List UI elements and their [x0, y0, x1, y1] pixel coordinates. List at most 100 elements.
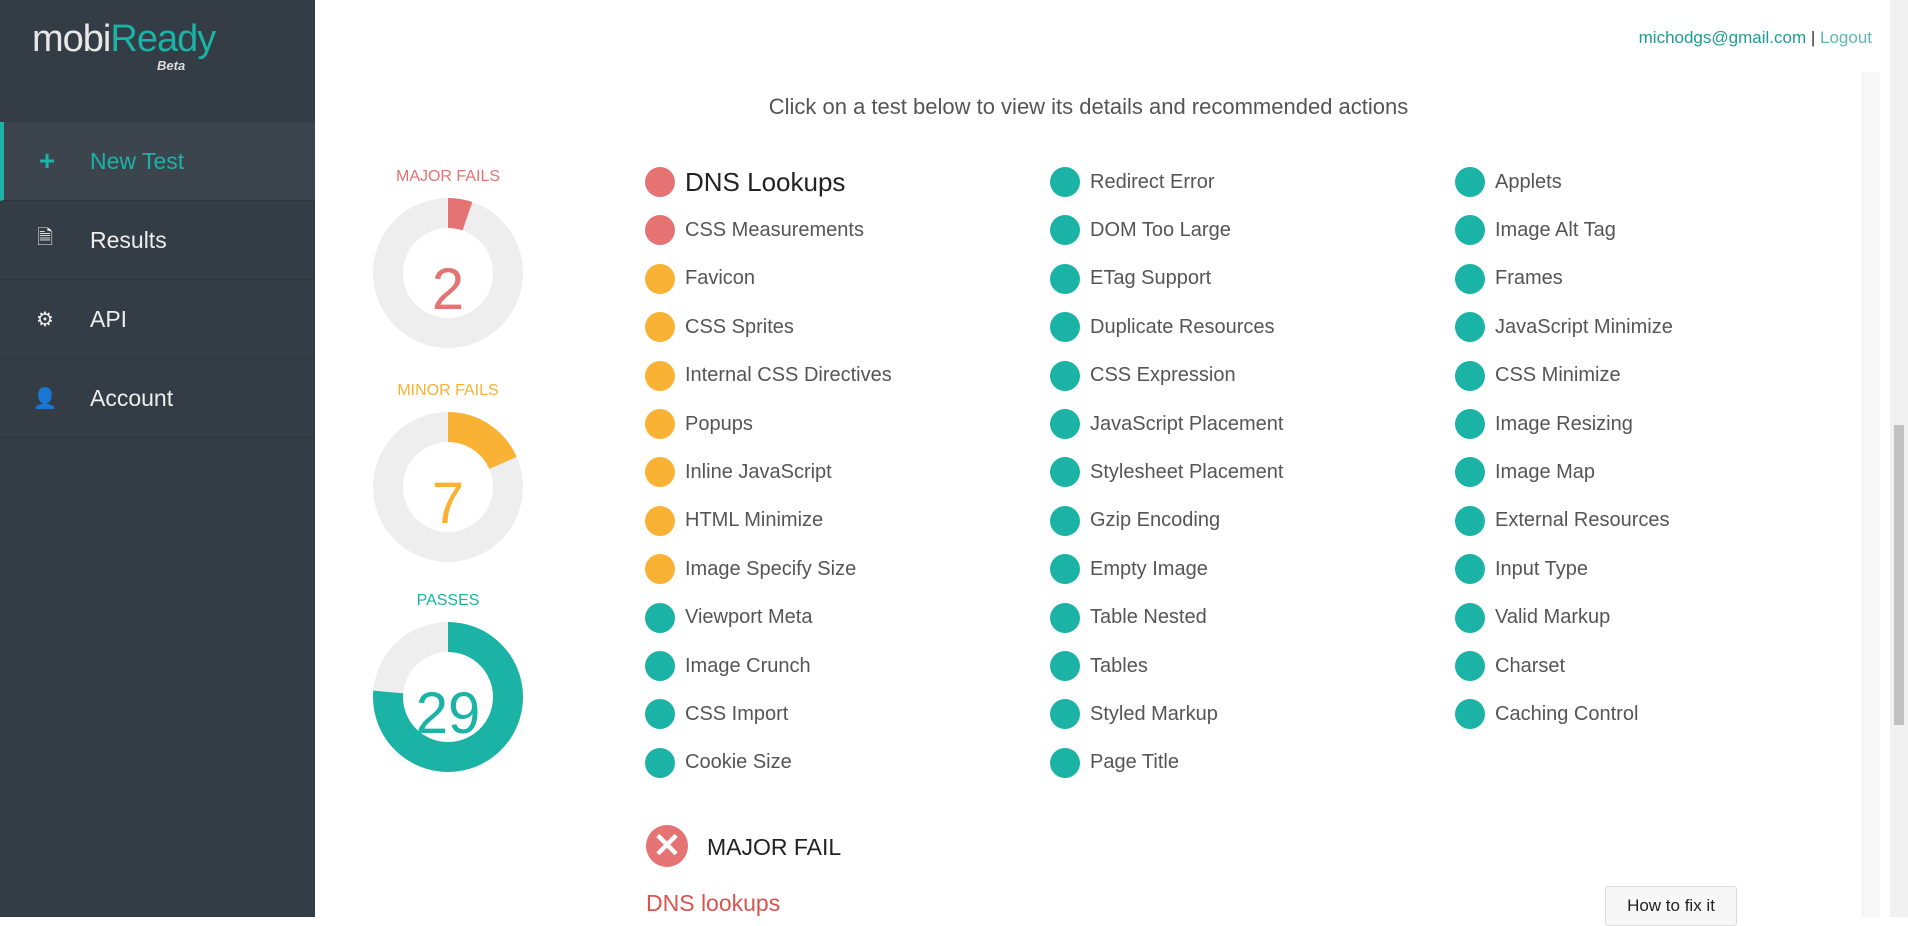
logo-text-b: Ready — [110, 18, 216, 60]
test-item[interactable]: Frames — [1455, 262, 1563, 296]
test-item[interactable]: HTML Minimize — [645, 504, 823, 538]
sidebar-item-api[interactable]: ⚙ API — [0, 280, 315, 359]
test-item[interactable]: Image Resizing — [1455, 407, 1633, 441]
test-item[interactable]: Valid Markup — [1455, 601, 1610, 635]
test-name: HTML Minimize — [685, 509, 824, 532]
sidebar-item-new-test[interactable]: + New Test — [0, 122, 315, 201]
test-name: Styled Markup — [1090, 702, 1218, 725]
test-item[interactable]: Internal CSS Directives — [645, 359, 892, 393]
status-dot-icon — [645, 554, 675, 585]
test-item[interactable]: Table Nested — [1050, 601, 1207, 635]
test-item[interactable]: Caching Control — [1455, 697, 1638, 731]
test-item[interactable]: JavaScript Minimize — [1455, 310, 1673, 344]
summary-minor: MINOR FAILS 7 — [373, 382, 523, 562]
summary-label: PASSES — [416, 592, 480, 609]
sidebar-item-label: Account — [90, 384, 174, 411]
test-name: DNS Lookups — [685, 166, 846, 197]
sidebar-item-label: Results — [90, 226, 167, 253]
test-item[interactable]: DOM Too Large — [1050, 213, 1231, 247]
test-item[interactable]: Redirect Error — [1050, 165, 1214, 199]
status-dot-icon — [1455, 312, 1485, 343]
test-item[interactable]: External Resources — [1455, 504, 1670, 538]
test-item[interactable]: Empty Image — [1050, 552, 1208, 586]
user-menu: michodgs@gmail.com | Logout — [1639, 28, 1872, 48]
test-name: Image Crunch — [685, 654, 811, 677]
test-item[interactable]: Gzip Encoding — [1050, 504, 1220, 538]
test-item[interactable]: Tables — [1050, 649, 1148, 683]
test-item[interactable]: Input Type — [1455, 552, 1588, 586]
status-dot-icon — [1050, 457, 1080, 488]
test-item[interactable]: ETag Support — [1050, 262, 1211, 296]
status-dot-icon — [1455, 651, 1485, 681]
test-item[interactable]: Favicon — [645, 262, 755, 296]
test-name: CSS Minimize — [1495, 364, 1621, 387]
test-item[interactable]: CSS Minimize — [1455, 359, 1621, 393]
status-dot-icon — [645, 215, 675, 246]
test-item[interactable]: Styled Markup — [1050, 697, 1218, 731]
test-item[interactable]: Charset — [1455, 649, 1565, 683]
test-name: Caching Control — [1495, 702, 1639, 725]
beta-badge: Beta — [157, 58, 186, 73]
test-name: Input Type — [1495, 557, 1589, 580]
test-name: CSS Measurements — [685, 218, 864, 241]
test-item[interactable]: Image Crunch — [645, 649, 811, 683]
test-name: Image Map — [1495, 460, 1596, 483]
status-dot-icon — [1455, 457, 1485, 488]
status-dot-icon — [1455, 215, 1485, 246]
scrollbar-thumb[interactable] — [1894, 425, 1904, 725]
status-dot-icon — [1455, 263, 1485, 294]
status-dot-icon — [1455, 699, 1485, 730]
detail-title: DNS lookups — [646, 890, 781, 916]
test-item[interactable]: CSS Import — [645, 697, 788, 731]
status-dot-icon — [645, 263, 675, 294]
how-to-fix-button[interactable]: How to fix it — [1605, 886, 1737, 926]
test-name: Image Alt Tag — [1495, 218, 1616, 241]
test-name: Popups — [685, 412, 753, 435]
test-item[interactable]: Image Alt Tag — [1455, 213, 1616, 247]
user-email[interactable]: michodgs@gmail.com — [1639, 28, 1806, 47]
test-item[interactable]: Image Specify Size — [645, 552, 856, 586]
test-name: Gzip Encoding — [1090, 509, 1221, 532]
test-item[interactable]: Image Map — [1455, 455, 1595, 489]
test-name: Tables — [1090, 654, 1148, 677]
test-item[interactable]: Applets — [1455, 165, 1562, 199]
test-item[interactable]: JavaScript Placement — [1050, 407, 1283, 441]
logo[interactable]: mobiReady Beta — [32, 18, 216, 73]
test-name: Inline JavaScript — [685, 460, 832, 483]
logout-link[interactable]: Logout — [1820, 28, 1872, 47]
test-item[interactable]: CSS Measurements — [645, 213, 864, 247]
test-name: Image Specify Size — [685, 557, 857, 580]
summary-label: MINOR FAILS — [397, 382, 499, 399]
status-dot-icon — [1455, 554, 1485, 585]
status-dot-icon — [1050, 409, 1080, 439]
test-name: Frames — [1495, 267, 1563, 290]
status-dot-icon — [1050, 699, 1080, 730]
status-dot-icon — [1050, 602, 1080, 633]
test-item[interactable]: DNS Lookups — [645, 165, 845, 199]
test-name: ETag Support — [1090, 267, 1212, 290]
document-icon: 🗎 — [36, 227, 54, 249]
plus-icon: + — [38, 145, 56, 176]
test-item[interactable]: CSS Expression — [1050, 359, 1236, 393]
test-name: JavaScript Placement — [1090, 412, 1284, 435]
test-name: Page Title — [1090, 751, 1179, 774]
test-item[interactable]: Inline JavaScript — [645, 455, 832, 489]
test-item[interactable]: CSS Sprites — [645, 310, 794, 344]
content-panel-edge — [1862, 72, 1880, 917]
status-dot-icon — [1455, 602, 1485, 633]
status-dot-icon — [1455, 167, 1485, 197]
sidebar-item-results[interactable]: 🗎 Results — [0, 201, 315, 280]
test-item[interactable]: Page Title — [1050, 746, 1179, 780]
test-item[interactable]: Viewport Meta — [645, 601, 812, 635]
test-name: External Resources — [1495, 509, 1670, 532]
test-item[interactable]: Stylesheet Placement — [1050, 455, 1283, 489]
separator: | — [1810, 28, 1816, 47]
sidebar-item-account[interactable]: 👤 Account — [0, 359, 315, 438]
status-dot-icon — [1050, 505, 1080, 536]
sidebar: mobiReady Beta + New Test 🗎 Results ⚙ API 👤 Acco… — [0, 0, 315, 917]
test-item[interactable]: Popups — [645, 407, 753, 441]
status-dot-icon — [645, 699, 675, 730]
test-item[interactable]: Duplicate Resources — [1050, 310, 1275, 344]
test-name: Empty Image — [1090, 557, 1208, 580]
test-item[interactable]: Cookie Size — [645, 746, 792, 780]
